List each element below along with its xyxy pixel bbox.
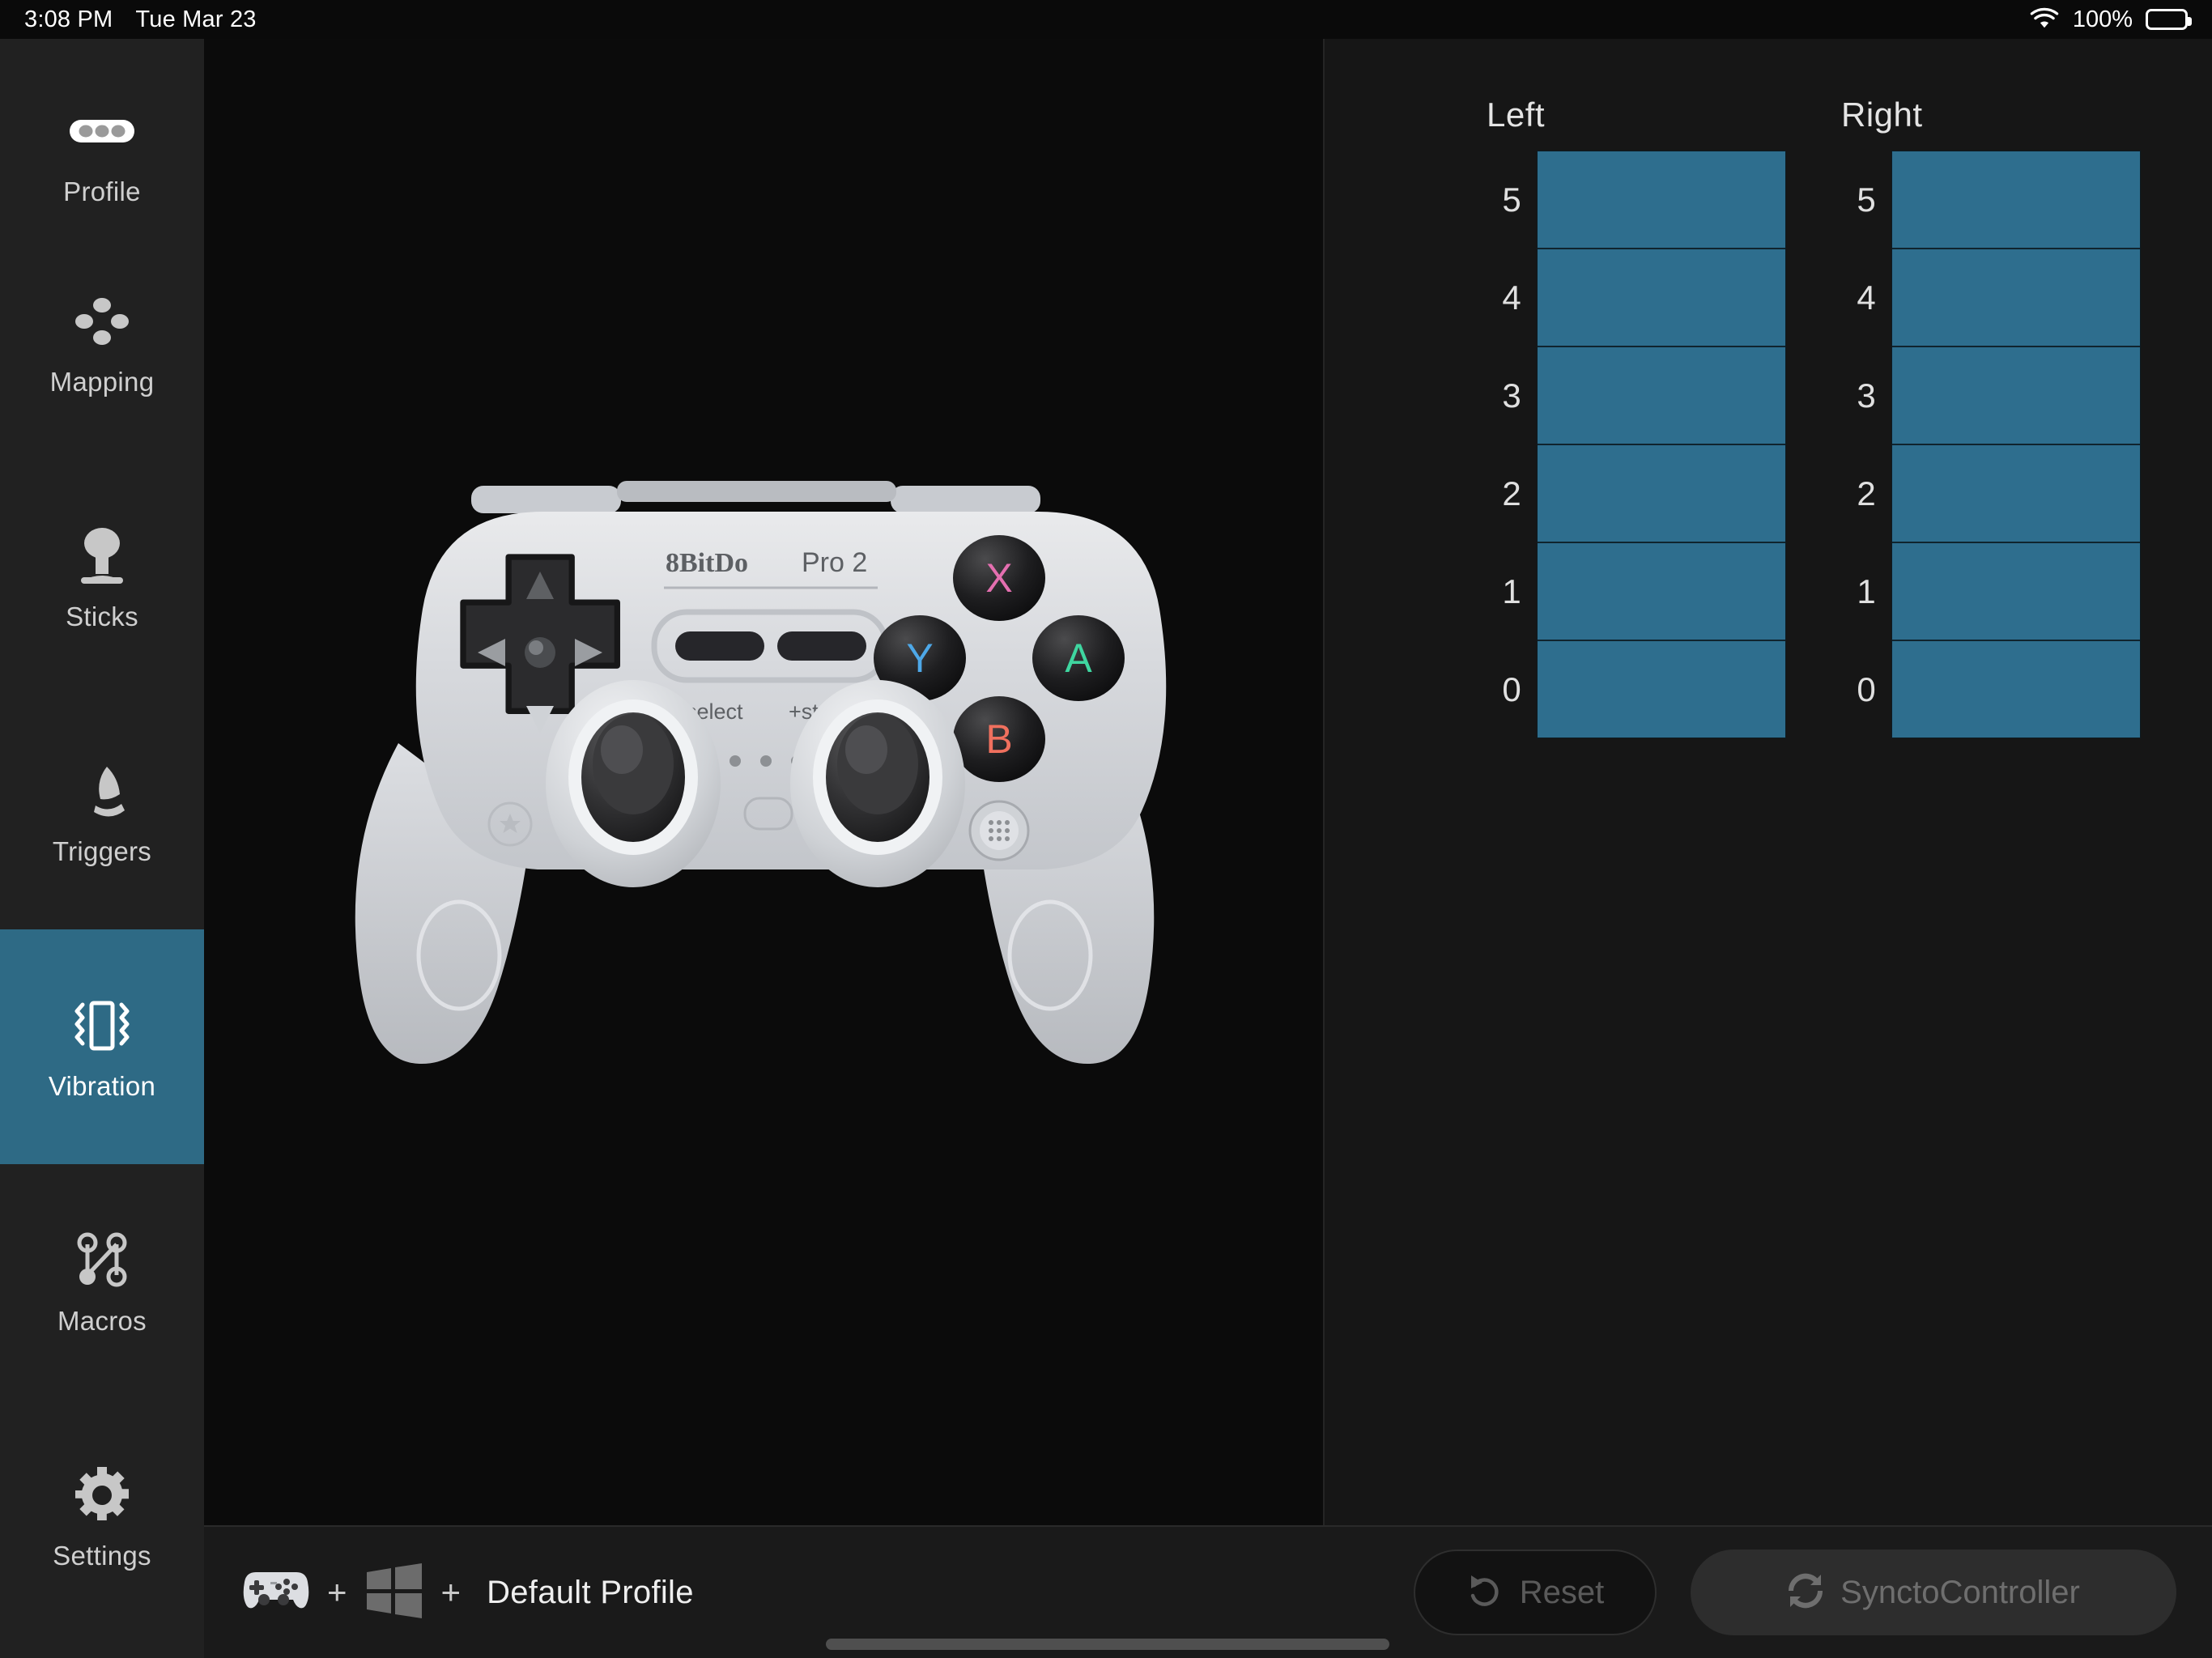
reset-button-label: Reset	[1519, 1574, 1605, 1610]
chart-tick: 1	[1857, 572, 1876, 610]
controller-brand-text: 8BitDo	[666, 548, 748, 578]
sidebar-item-triggers[interactable]: Triggers	[0, 695, 204, 929]
level-segment[interactable]	[1538, 543, 1785, 641]
undo-arrow-icon	[1466, 1572, 1504, 1613]
level-segment[interactable]	[1538, 347, 1785, 445]
panel-divider-horizontal	[204, 1525, 2212, 1527]
face-button-y-label: Y	[906, 636, 933, 681]
home-indicator[interactable]	[826, 1639, 1389, 1650]
status-date: Tue Mar 23	[135, 6, 257, 32]
trigger-icon	[70, 757, 134, 825]
face-button-b-label: B	[985, 716, 1012, 762]
controller-image: 8BitDo Pro 2 -select +start X	[301, 476, 1208, 1091]
plus-separator-1: +	[327, 1573, 347, 1611]
sidebar-item-label: Sticks	[66, 602, 138, 631]
battery-full-icon	[2146, 9, 2192, 30]
sidebar-item-profile[interactable]: Profile	[0, 39, 204, 225]
vibration-level-slider-right[interactable]	[1891, 151, 2141, 738]
sidebar-item-label: Triggers	[52, 836, 152, 866]
level-segment[interactable]	[1538, 151, 1785, 249]
chart-column-title: Right	[1841, 96, 1923, 134]
sidebar-item-label: Vibration	[48, 1071, 156, 1101]
mapping-dpad-dots-icon	[70, 287, 134, 355]
app-root: 3:08 PM Tue Mar 23 100% Profile Mapping …	[0, 0, 2212, 1658]
panel-divider-vertical	[1323, 39, 1325, 1525]
chart-column-body: 5 4 3 2 1 0	[1841, 151, 2141, 738]
chart-tick: 4	[1857, 278, 1876, 317]
sidebar-item-settings[interactable]: Settings	[0, 1399, 204, 1634]
joystick-icon	[70, 522, 134, 590]
macros-nodes-icon	[70, 1226, 134, 1295]
bottom-bar-right: Reset SynctoController	[1414, 1550, 2176, 1635]
face-button-a-label: A	[1065, 636, 1092, 681]
level-segment[interactable]	[1892, 543, 2140, 641]
vibration-chart-panel: Left 5 4 3 2 1 0 Right 5 4 3 2 1 0	[1325, 39, 2212, 1525]
sidebar-item-vibration[interactable]: Vibration	[0, 929, 204, 1164]
level-segment[interactable]	[1538, 249, 1785, 347]
profile-name-label[interactable]: Default Profile	[487, 1575, 694, 1611]
chart-tick: 4	[1502, 278, 1521, 317]
sidebar-item-macros[interactable]: Macros	[0, 1164, 204, 1399]
status-time: 3:08 PM	[24, 6, 113, 32]
gamepad-icon[interactable]	[240, 1566, 309, 1620]
chart-tick: 3	[1502, 376, 1521, 414]
sync-to-controller-button[interactable]: SynctoController	[1691, 1550, 2176, 1635]
level-segment[interactable]	[1892, 249, 2140, 347]
level-segment[interactable]	[1538, 641, 1785, 738]
vibration-level-slider-left[interactable]	[1537, 151, 1786, 738]
chart-tick: 3	[1857, 376, 1876, 414]
chart-column-title: Left	[1487, 96, 1546, 134]
chart-tick: 1	[1502, 572, 1521, 610]
gear-icon	[70, 1461, 134, 1529]
bottom-bar-left: + + Default Profile	[240, 1562, 694, 1623]
chart-column-body: 5 4 3 2 1 0	[1487, 151, 1786, 738]
sync-button-label: SynctoController	[1840, 1574, 2080, 1610]
chart-tick-rail-left: 5 4 3 2 1 0	[1487, 151, 1537, 738]
sidebar: Profile Mapping Sticks Triggers Vibratio…	[0, 39, 204, 1658]
chart-column-left: Left 5 4 3 2 1 0	[1487, 96, 1786, 738]
sidebar-item-label: Mapping	[49, 367, 155, 397]
profile-pill-icon	[68, 97, 136, 165]
sync-refresh-icon	[1787, 1572, 1824, 1613]
chart-tick: 0	[1857, 670, 1876, 708]
controller-model-text: Pro 2	[802, 547, 867, 578]
windows-logo-icon[interactable]	[365, 1562, 423, 1623]
chart-tick: 0	[1502, 670, 1521, 708]
plus-separator-2: +	[440, 1573, 462, 1611]
level-segment[interactable]	[1892, 445, 2140, 543]
sidebar-item-mapping[interactable]: Mapping	[0, 225, 204, 460]
chart-tick-rail-right: 5 4 3 2 1 0	[1841, 151, 1891, 738]
face-button-x-label: X	[985, 555, 1012, 601]
sidebar-item-label: Settings	[53, 1541, 151, 1571]
status-bar-right: 100%	[2029, 6, 2192, 34]
level-segment[interactable]	[1892, 641, 2140, 738]
status-bar-left: 3:08 PM Tue Mar 23	[24, 6, 257, 33]
chart-column-right: Right 5 4 3 2 1 0	[1841, 96, 2141, 738]
reset-button[interactable]: Reset	[1414, 1550, 1657, 1635]
sidebar-item-sticks[interactable]: Sticks	[0, 460, 204, 695]
status-bar: 3:08 PM Tue Mar 23 100%	[0, 0, 2212, 39]
sidebar-item-label: Profile	[63, 176, 141, 206]
sidebar-item-label: Macros	[57, 1306, 147, 1336]
main-panel: 8BitDo Pro 2 -select +start X	[204, 39, 1324, 1525]
chart-tick: 2	[1502, 474, 1521, 512]
battery-percent: 100%	[2072, 6, 2133, 32]
level-segment[interactable]	[1538, 445, 1785, 543]
wifi-icon	[2029, 6, 2060, 34]
level-segment[interactable]	[1892, 151, 2140, 249]
chart-tick: 2	[1857, 474, 1876, 512]
chart-tick: 5	[1502, 180, 1521, 219]
vibration-icon	[65, 992, 139, 1060]
chart-tick: 5	[1857, 180, 1876, 219]
level-segment[interactable]	[1892, 347, 2140, 445]
